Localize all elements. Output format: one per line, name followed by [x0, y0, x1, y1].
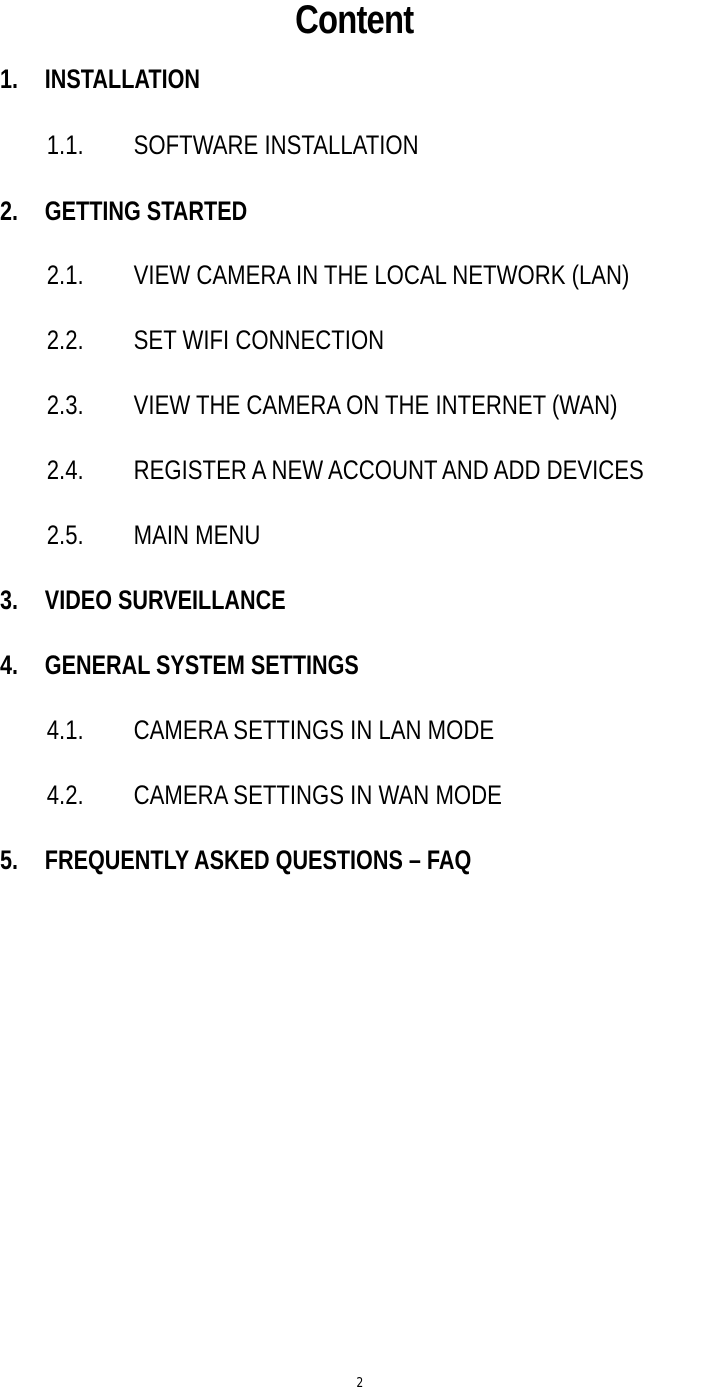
toc-entry-text: CAMERA SETTINGS IN LAN MODE: [133, 715, 495, 745]
toc-entry-number: 2.: [0, 196, 19, 226]
toc-entry-number: 2.2.: [46, 325, 84, 355]
toc-entry-number: 3.: [0, 585, 19, 615]
toc-entry-register-account[interactable]: 2.4. REGISTER A NEW ACCOUNT AND ADD DEVIC…: [0, 455, 644, 486]
toc-entry-number: 4.2.: [46, 780, 84, 810]
toc-entry-view-camera-lan[interactable]: 2.1. VIEW CAMERA IN THE LOCAL NETWORK (LA…: [0, 260, 630, 291]
toc-entry-view-camera-wan[interactable]: 2.3. VIEW THE CAMERA ON THE INTERNET (WAN…: [0, 390, 618, 421]
toc-entry-text: MAIN MENU: [133, 520, 261, 550]
toc-entry-set-wifi-connection[interactable]: 2.2. SET WIFI CONNECTION: [0, 325, 384, 356]
toc-entry-number: 2.1.: [46, 260, 84, 290]
toc-entry-text: VIDEO SURVEILLANCE: [44, 585, 286, 615]
toc-entry-number: 2.4.: [46, 455, 84, 485]
toc-entry-number: 2.5.: [46, 520, 84, 550]
page-number: 2: [356, 1376, 364, 1391]
toc-entry-installation[interactable]: 1. INSTALLATION: [0, 64, 200, 95]
toc-entry-main-menu[interactable]: 2.5. MAIN MENU: [0, 520, 261, 551]
toc-entry-number: 4.: [0, 650, 19, 680]
toc-entry-text: VIEW CAMERA IN THE LOCAL NETWORK (LAN): [133, 260, 630, 290]
toc-entry-number: 5.: [0, 845, 19, 875]
toc-entry-text: GENERAL SYSTEM SETTINGS: [44, 650, 359, 680]
toc-entry-number: 1.: [0, 64, 19, 94]
toc-entry-faq[interactable]: 5. FREQUENTLY ASKED QUESTIONS – FAQ: [0, 845, 471, 876]
toc-entry-text: FREQUENTLY ASKED QUESTIONS – FAQ: [44, 845, 472, 875]
toc-entry-general-system-settings[interactable]: 4. GENERAL SYSTEM SETTINGS: [0, 650, 359, 681]
toc-entry-camera-settings-wan[interactable]: 4.2. CAMERA SETTINGS IN WAN MODE: [0, 780, 502, 811]
toc-entry-camera-settings-lan[interactable]: 4.1. CAMERA SETTINGS IN LAN MODE: [0, 715, 494, 746]
toc-entry-text: VIEW THE CAMERA ON THE INTERNET (WAN): [133, 390, 618, 420]
toc-entry-number: 2.3.: [46, 390, 84, 420]
toc-entry-text: SOFTWARE INSTALLATION: [133, 130, 419, 160]
toc-entry-text: SET WIFI CONNECTION: [133, 325, 385, 355]
toc-entry-text: INSTALLATION: [44, 64, 200, 94]
page-title: Content: [295, 0, 414, 42]
toc-entry-getting-started[interactable]: 2. GETTING STARTED: [0, 196, 247, 227]
toc-entry-video-surveillance[interactable]: 3. VIDEO SURVEILLANCE: [0, 585, 286, 616]
toc-entry-software-installation[interactable]: 1.1. SOFTWARE INSTALLATION: [0, 130, 419, 161]
toc-entry-number: 1.1.: [46, 130, 84, 160]
toc-entry-text: CAMERA SETTINGS IN WAN MODE: [133, 780, 502, 810]
toc-entry-text: GETTING STARTED: [44, 196, 248, 226]
toc-entry-number: 4.1.: [46, 715, 84, 745]
toc-entry-text: REGISTER A NEW ACCOUNT AND ADD DEVICES: [133, 455, 644, 485]
